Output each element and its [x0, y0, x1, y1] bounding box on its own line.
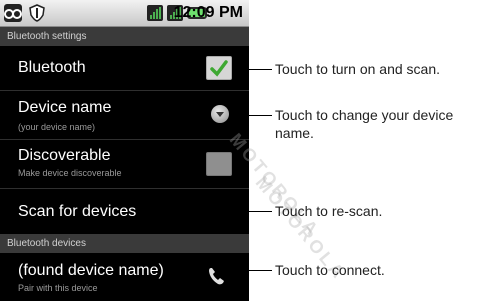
callout-bluetooth: Touch to turn on and scan. — [275, 61, 440, 77]
setting-discoverable-subtitle: Make device discoverable — [18, 168, 122, 178]
setting-device-name-subtitle: (your device name) — [18, 122, 96, 132]
callout-scan: Touch to re-scan. — [275, 203, 383, 219]
callout-line — [232, 211, 272, 212]
callout-device-name-line2: name. — [275, 125, 314, 141]
security-shield-icon — [29, 4, 45, 22]
setting-device-name[interactable]: Device name (your device name) — [0, 91, 249, 139]
phone-handset-icon — [209, 268, 224, 285]
section-header-bluetooth-settings: Bluetooth settings — [0, 27, 249, 46]
found-device-item[interactable]: (found device name) Pair with this devic… — [0, 253, 249, 301]
discoverable-checkbox[interactable] — [206, 152, 232, 176]
setting-discoverable-label: Discoverable — [18, 147, 111, 164]
found-device-label: (found device name) — [18, 262, 164, 279]
phone-screen: 12:09 PM Bluetooth settings Bluetooth De… — [0, 0, 249, 301]
voicemail-icon — [4, 4, 22, 22]
check-icon — [210, 60, 228, 77]
status-bar: 12:09 PM — [0, 0, 249, 27]
callout-line — [232, 270, 272, 271]
setting-device-name-label: Device name — [18, 99, 112, 116]
signal-3g-icon — [147, 5, 163, 21]
found-device-subtitle: Pair with this device — [18, 283, 98, 293]
setting-bluetooth-label: Bluetooth — [18, 59, 86, 76]
setting-bluetooth[interactable]: Bluetooth — [0, 46, 249, 90]
setting-scan-for-devices[interactable]: Scan for devices — [0, 189, 249, 234]
section-header-bluetooth-devices: Bluetooth devices — [0, 234, 249, 253]
setting-discoverable[interactable]: Discoverable Make device discoverable — [0, 140, 249, 188]
callout-line — [232, 69, 272, 70]
status-clock: 12:09 PM — [173, 4, 243, 21]
setting-scan-label: Scan for devices — [18, 203, 137, 220]
dropdown-arrow-icon[interactable] — [211, 105, 229, 123]
callout-line — [232, 115, 272, 116]
bluetooth-checkbox[interactable] — [206, 56, 232, 80]
callout-connect: Touch to connect. — [275, 262, 385, 278]
callout-device-name-line1: Touch to change your device — [275, 107, 454, 123]
